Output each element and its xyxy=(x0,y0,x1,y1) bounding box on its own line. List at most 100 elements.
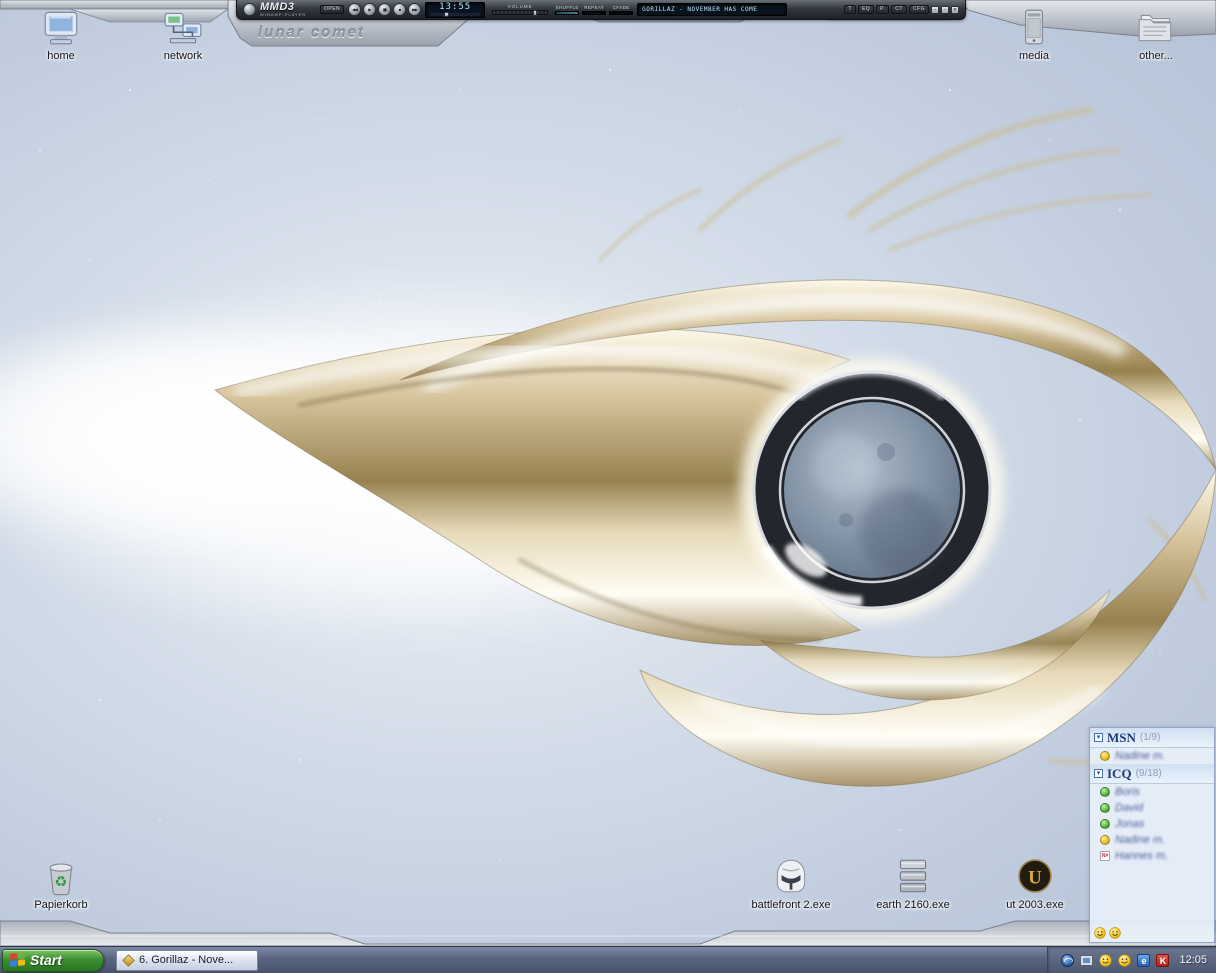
taskbar: Start 6. Gorillaz - Nove... e K 12:05 xyxy=(0,946,1216,973)
contact-row[interactable]: Jonas xyxy=(1090,816,1214,832)
desktop-icon-battlefront[interactable]: battlefront 2.exe xyxy=(748,855,834,911)
taskbar-task-gorillaz[interactable]: 6. Gorillaz - Nove... xyxy=(116,949,258,971)
desktop-icon-other[interactable]: other... xyxy=(1113,6,1199,62)
contact-row[interactable]: Nadine m. xyxy=(1090,832,1214,848)
volume-handle[interactable] xyxy=(533,10,538,16)
group-icq[interactable]: ▾ ICQ (9/18) xyxy=(1090,764,1214,784)
svg-text:♻: ♻ xyxy=(54,875,67,891)
stacked-slabs-icon xyxy=(899,859,927,893)
minimize-button[interactable]: – xyxy=(931,5,939,14)
contact-name: David xyxy=(1115,802,1144,814)
contact-row[interactable]: Boris xyxy=(1090,784,1214,800)
transport-controls: ◀◀ ▶ ▮▮ ■ ▶▶ xyxy=(348,3,422,16)
shade-button[interactable]: ▫ xyxy=(941,5,949,14)
volume-slider[interactable] xyxy=(492,10,549,16)
folder-icon xyxy=(1138,14,1172,42)
pause-button[interactable]: ▮▮ xyxy=(378,3,392,16)
trooper-helmet-icon xyxy=(776,859,806,893)
display-tray-icon[interactable] xyxy=(1079,953,1094,968)
shuffle-toggle[interactable]: SHUFFLE xyxy=(555,4,580,15)
desktop-icon-recycle-bin[interactable]: ♻ Papierkorb xyxy=(18,855,104,911)
player-mini-buttons: T EQ P. CT CFG – ▫ ✕ xyxy=(844,5,959,14)
stop-button[interactable]: ■ xyxy=(393,3,407,16)
home-computer-icon xyxy=(44,11,78,45)
desktop: lunar comet home network media other... … xyxy=(0,0,1216,973)
icon-label: earth 2160.exe xyxy=(876,899,950,911)
collapse-icon[interactable]: ▾ xyxy=(1094,733,1103,742)
svg-text:U: U xyxy=(1028,867,1042,888)
icon-label: Papierkorb xyxy=(34,899,88,911)
icon-label: other... xyxy=(1139,50,1173,62)
system-tray: e K 12:05 xyxy=(1047,947,1216,973)
shuffle-led xyxy=(555,10,580,15)
network-icon xyxy=(164,12,202,44)
group-count: (1/9) xyxy=(1139,732,1161,743)
crossfade-label: CFADE xyxy=(612,4,630,10)
audio-file-icon xyxy=(122,953,135,967)
desktop-icon-media[interactable]: media xyxy=(991,6,1077,62)
toggle-main-button[interactable]: T xyxy=(844,5,856,14)
prev-button[interactable]: ◀◀ xyxy=(348,3,362,16)
playback-toggles: SHUFFLE REPEAT CFADE xyxy=(555,4,634,15)
icon-label: ut 2003.exe xyxy=(1006,899,1064,911)
icon-label: battlefront 2.exe xyxy=(751,899,831,911)
status-away-icon xyxy=(1100,835,1110,845)
crossfade-toggle[interactable]: CFADE xyxy=(609,4,634,15)
status-away-icon xyxy=(1100,751,1110,761)
time-digits: 13:55 xyxy=(439,2,472,12)
smiley-tray-icon[interactable] xyxy=(1098,953,1113,968)
contact-row[interactable]: David xyxy=(1090,800,1214,816)
seek-slider[interactable] xyxy=(430,12,481,17)
equalizer-button[interactable]: EQ xyxy=(857,5,875,14)
player-brand-sub: WINAMP-PLAYER xyxy=(260,12,307,17)
play-button[interactable]: ▶ xyxy=(363,3,377,16)
next-button[interactable]: ▶▶ xyxy=(408,3,422,16)
volume-label: VOLUME xyxy=(507,4,533,9)
e-tray-icon[interactable]: e xyxy=(1136,953,1151,968)
contact-row[interactable]: N# Hannes m. xyxy=(1090,848,1214,864)
smiley-icon[interactable] xyxy=(1109,927,1121,939)
desktop-icon-home[interactable]: home xyxy=(18,6,104,62)
time-display: 13:55 xyxy=(425,1,486,18)
contact-name: Jonas xyxy=(1115,818,1145,830)
collapse-icon[interactable]: ▾ xyxy=(1094,769,1103,778)
red-k-tray-icon[interactable]: K xyxy=(1155,953,1170,968)
contact-list-footer xyxy=(1090,925,1214,942)
track-title: GORILLAZ - NOVEMBER HAS COME xyxy=(642,6,758,13)
repeat-toggle[interactable]: REPEAT xyxy=(582,5,607,15)
volume-control: VOLUME xyxy=(489,4,551,16)
contact-name: Nadine m. xyxy=(1115,750,1166,762)
group-msn[interactable]: ▾ MSN (1/9) xyxy=(1090,728,1214,748)
wallpaper-watermark: lunar comet xyxy=(258,24,366,41)
ct-button[interactable]: CT xyxy=(891,5,907,14)
start-button[interactable]: Start xyxy=(2,948,104,972)
repeat-led xyxy=(582,10,607,15)
smiley-icon[interactable] xyxy=(1094,927,1106,939)
mmd3-player: MMD3 WINAMP-PLAYER OPEN ◀◀ ▶ ▮▮ ■ ▶▶ 13:… xyxy=(236,0,966,20)
globe-tray-icon[interactable] xyxy=(1060,953,1075,968)
group-count: (9/18) xyxy=(1135,768,1162,779)
smiley-tray-icon[interactable] xyxy=(1117,953,1132,968)
desktop-icon-earth2160[interactable]: earth 2160.exe xyxy=(870,855,956,911)
group-name: ICQ xyxy=(1107,765,1132,781)
close-button[interactable]: ✕ xyxy=(951,5,959,14)
shuffle-label: SHUFFLE xyxy=(555,4,579,10)
media-drive-icon xyxy=(1025,9,1043,45)
player-orb-button[interactable] xyxy=(243,3,256,16)
open-button[interactable]: OPEN xyxy=(320,5,345,14)
status-online-icon xyxy=(1100,803,1110,813)
config-button[interactable]: CFG xyxy=(908,5,929,14)
icon-label: home xyxy=(47,50,75,62)
windows-flag-icon xyxy=(10,952,25,968)
desktop-icon-ut2003[interactable]: U ut 2003.exe xyxy=(992,855,1078,911)
contact-name: Nadine m. xyxy=(1115,834,1166,846)
desktop-icon-network[interactable]: network xyxy=(140,6,226,62)
contact-row[interactable]: Nadine m. xyxy=(1090,748,1214,764)
start-label: Start xyxy=(30,952,62,968)
clock[interactable]: 12:05 xyxy=(1179,954,1207,966)
contact-name: Boris xyxy=(1115,786,1141,798)
seek-handle[interactable] xyxy=(444,12,450,17)
icon-label: network xyxy=(163,50,203,62)
contact-list: ▾ MSN (1/9) Nadine m. ▾ ICQ (9/18) Boris… xyxy=(1089,727,1215,943)
playlist-button[interactable]: P. xyxy=(876,5,890,14)
